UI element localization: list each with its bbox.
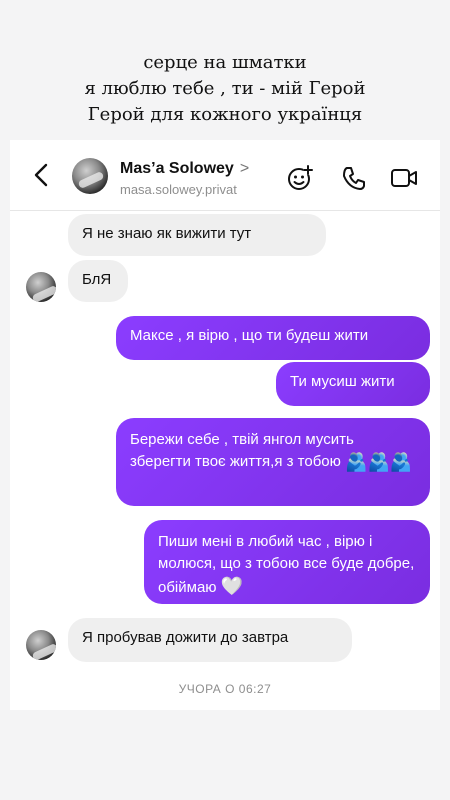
message-incoming[interactable]: БлЯ <box>68 260 128 302</box>
sender-avatar[interactable] <box>26 630 56 660</box>
hug-emoji: 🫂🫂🫂 <box>345 452 413 472</box>
video-camera-icon[interactable] <box>390 164 418 192</box>
message-incoming[interactable]: Я пробував дожити до завтра <box>68 618 352 662</box>
chevron-right-icon: > <box>239 160 250 177</box>
message-outgoing[interactable]: Ти мусиш жити <box>276 362 430 406</box>
message-text: Пиши мені в любий час , вірю і молюся, щ… <box>158 533 415 596</box>
message-text: Бережи себе , твій янгол мусить зберегти… <box>130 431 354 470</box>
contact-name-text: Mas’a Solowey <box>120 160 234 177</box>
message-text: БлЯ <box>82 271 112 288</box>
chat-screenshot: Mas’a Solowey > masa.solowey.privat Я не … <box>10 140 440 710</box>
phone-icon[interactable] <box>340 164 368 192</box>
message-text: Я пробував дожити до завтра <box>82 629 289 646</box>
message-outgoing[interactable]: Бережи себе , твій янгол мусить зберегти… <box>116 418 430 506</box>
message-outgoing[interactable]: Максе , я вірю , що ти будеш жити <box>116 316 430 360</box>
effects-icon[interactable] <box>286 164 314 192</box>
message-text: Я не знаю як вижити тут <box>82 225 252 242</box>
caption-line-3: Герой для кожного українця <box>87 104 363 125</box>
message-text: Максе , я вірю , що ти будеш жити <box>130 327 369 344</box>
contact-handle: masa.solowey.privat <box>120 182 237 197</box>
white-heart-emoji: 🤍 <box>220 576 244 596</box>
sender-avatar[interactable] <box>26 272 56 302</box>
message-outgoing[interactable]: Пиши мені в любий час , вірю і молюся, щ… <box>144 520 430 604</box>
contact-avatar[interactable] <box>72 158 108 194</box>
message-text: Ти мусиш жити <box>290 373 395 390</box>
back-arrow-icon[interactable] <box>30 162 54 188</box>
message-timestamp: УЧОРА О 06:27 <box>178 682 272 696</box>
message-incoming[interactable]: Я не знаю як вижити тут <box>68 214 326 256</box>
story-caption: серце на шматки я люблю тебе , ти - мій … <box>0 50 450 128</box>
contact-name[interactable]: Mas’a Solowey > <box>120 160 249 178</box>
caption-line-1: серце на шматки <box>143 52 307 73</box>
chat-header: Mas’a Solowey > masa.solowey.privat <box>10 140 440 211</box>
caption-line-2: я люблю тебе , ти - мій Герой <box>84 78 366 99</box>
